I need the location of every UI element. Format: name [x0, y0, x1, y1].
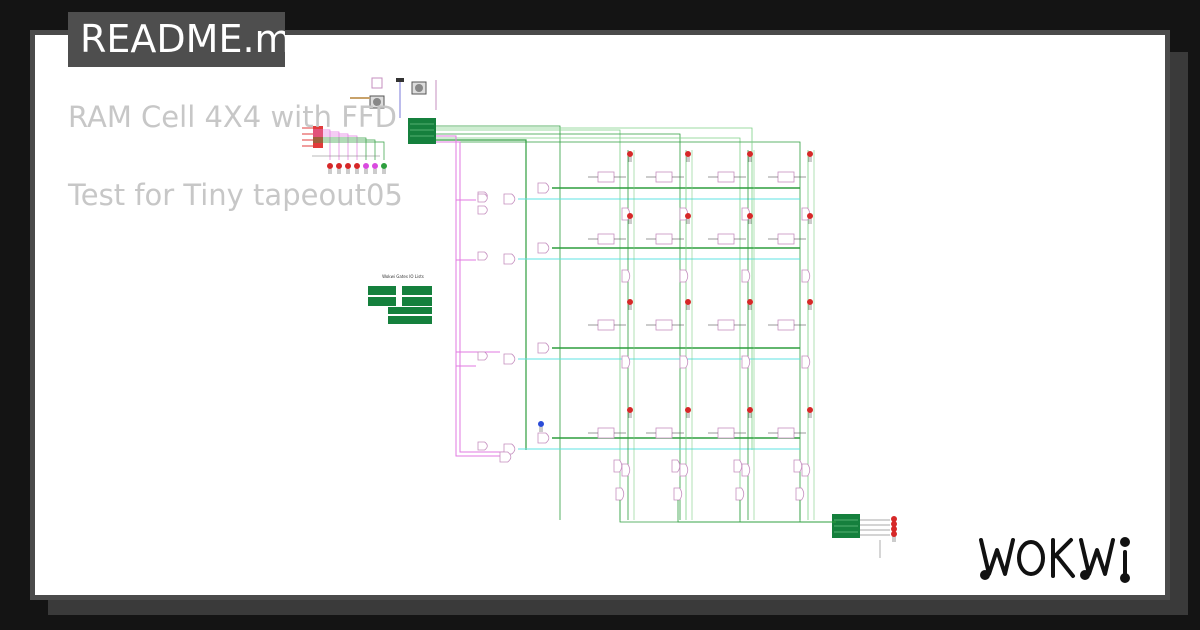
flip-flop: [717, 171, 735, 183]
logic-gate: [671, 459, 681, 473]
led: [538, 421, 544, 427]
led: [891, 531, 897, 537]
bus-wire: [436, 127, 753, 450]
flip-flop: [597, 233, 615, 245]
led: [685, 213, 691, 219]
project-title: RAM Cell 4X4 with FFD: [68, 100, 397, 134]
output-wire: [739, 500, 836, 523]
led: [627, 151, 633, 157]
bus-wire: [436, 139, 527, 450]
led: [807, 213, 813, 219]
tiny-tapeout-chip: [408, 118, 436, 144]
led: [807, 151, 813, 157]
logic-gate: [793, 459, 803, 473]
output-wire: [799, 500, 836, 523]
led: [627, 213, 633, 219]
logic-gate: [679, 269, 689, 283]
led: [354, 163, 360, 169]
flip-flop: [655, 427, 673, 439]
led: [747, 299, 753, 305]
logic-gate: [801, 463, 811, 477]
led: [807, 299, 813, 305]
wokwi-logo: [979, 537, 1130, 583]
switch-wire: [313, 141, 385, 160]
logic-gate: [733, 459, 743, 473]
logic-gate: [673, 487, 683, 501]
flip-flop: [597, 319, 615, 331]
led: [747, 151, 753, 157]
flip-flop: [777, 233, 795, 245]
logic-gate: [801, 269, 811, 283]
flip-flop: [655, 233, 673, 245]
logic-gate: [741, 463, 751, 477]
logic-gate: [477, 441, 488, 451]
logic-gate: [679, 355, 689, 369]
logic-gate: [735, 487, 745, 501]
logic-gate: [679, 463, 689, 477]
logic-gate: [621, 463, 631, 477]
address-wire: [436, 141, 510, 453]
flip-flop: [777, 171, 795, 183]
project-subtitle: Test for Tiny tapeout05: [68, 178, 403, 212]
flip-flop: [717, 319, 735, 331]
logic-gate: [741, 269, 751, 283]
flip-flop: [655, 319, 673, 331]
led: [327, 163, 333, 169]
logic-gate: [801, 355, 811, 369]
logic-gate: [537, 182, 550, 194]
led: [381, 163, 387, 169]
led: [372, 163, 378, 169]
led: [363, 163, 369, 169]
flip-flop: [717, 427, 735, 439]
logic-gate: [795, 487, 805, 501]
logic-gate: [477, 193, 488, 203]
logic-gate: [503, 353, 516, 365]
logic-gate: [503, 253, 516, 265]
logic-gate: [615, 487, 625, 501]
flip-flop: [655, 171, 673, 183]
readme-tab: README.md: [68, 12, 285, 67]
logic-gate: [537, 242, 550, 254]
led: [345, 163, 351, 169]
address-wire: [436, 135, 510, 457]
flip-flop: [597, 427, 615, 439]
led: [807, 407, 813, 413]
bus-wire: [436, 133, 681, 520]
led: [627, 299, 633, 305]
logic-gate: [477, 205, 488, 215]
led: [627, 407, 633, 413]
logic-gate: [503, 193, 516, 205]
output-wire: [619, 500, 836, 523]
led: [747, 407, 753, 413]
flip-flop: [717, 233, 735, 245]
led: [685, 299, 691, 305]
logic-gate: [613, 459, 623, 473]
logic-gate: [477, 251, 488, 261]
logic-gate: [621, 269, 631, 283]
flip-flop: [777, 427, 795, 439]
led: [747, 213, 753, 219]
logic-gate: [537, 342, 550, 354]
logic-gate: [477, 351, 488, 361]
logic-gate: [537, 432, 550, 444]
output-chip: [832, 514, 860, 538]
logic-gate: [621, 355, 631, 369]
io-legend: [368, 286, 432, 324]
led: [685, 407, 691, 413]
legend-title: Wokwi Gates IO Lists: [382, 274, 424, 279]
flip-flop: [777, 319, 795, 331]
logic-gate: [741, 355, 751, 369]
output-wire: [677, 500, 836, 523]
led: [336, 163, 342, 169]
flip-flop: [597, 171, 615, 183]
led: [685, 151, 691, 157]
logic-gate: [499, 451, 512, 463]
